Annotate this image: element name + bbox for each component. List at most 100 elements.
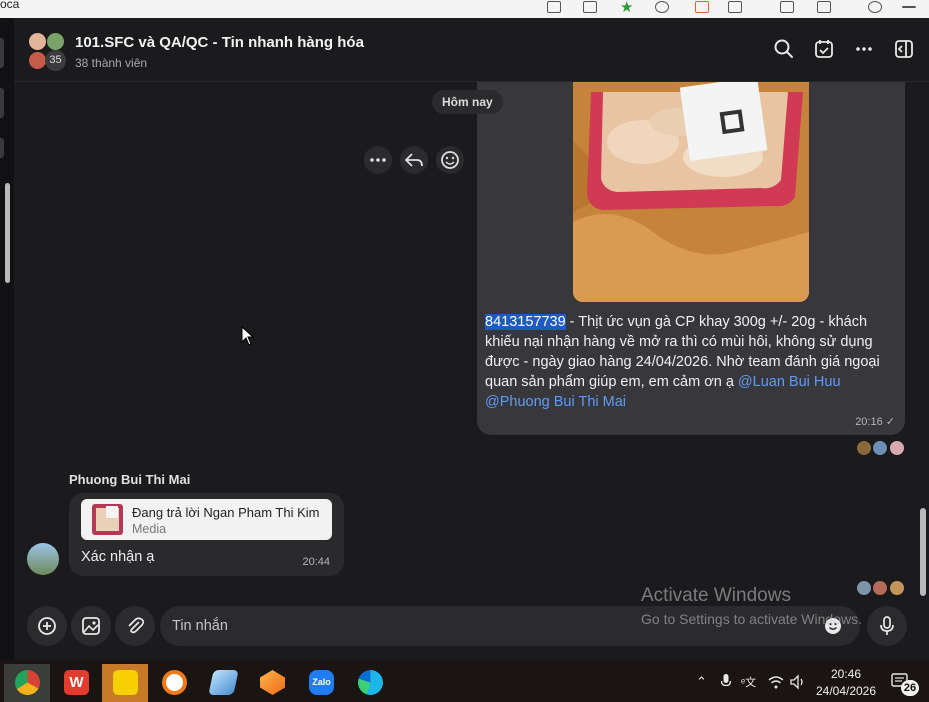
message-time-text: 20:16 [855, 416, 883, 428]
figma-app[interactable] [249, 664, 295, 702]
reply-button[interactable] [400, 146, 428, 174]
group-avatar [46, 32, 65, 51]
vpn-app[interactable] [151, 664, 197, 702]
search-icon[interactable] [773, 38, 795, 60]
chrome-icon [15, 670, 40, 695]
microphone-tray-icon[interactable] [720, 673, 732, 689]
order-id-selected[interactable]: 8413157739 [485, 314, 566, 330]
wps-app[interactable]: W [53, 664, 99, 702]
outgoing-message-text: 8413157739 - Thịt ức vụn gà CP khay 300g… [485, 312, 897, 412]
zalo-app[interactable]: Zalo [298, 664, 344, 702]
outgoing-message[interactable]: 8413157739 - Thịt ức vụn gà CP khay 300g… [477, 82, 905, 435]
reply-thumbnail [92, 504, 123, 535]
rail-item[interactable] [0, 138, 4, 158]
calendar-check-icon[interactable] [813, 38, 835, 60]
reply-icon [404, 153, 423, 167]
clock-time: 20:46 [830, 667, 862, 681]
taskbar: W Zalo ⌃ ᵉ文 20:46 24/04/2026 26 [0, 660, 929, 702]
mention-link[interactable]: @Luan Bui Huu [738, 374, 841, 390]
message-list[interactable]: 8413157739 - Thịt ức vụn gà CP khay 300g… [14, 82, 918, 602]
rail-item[interactable] [0, 88, 4, 118]
emoji-icon [441, 151, 459, 169]
vpn-icon [162, 670, 187, 695]
screenshot-icon[interactable] [547, 1, 561, 13]
notification-badge: 26 [901, 680, 919, 696]
toggle-panel-icon[interactable] [893, 38, 915, 60]
notes-icon [208, 670, 239, 695]
more-options-icon[interactable] [853, 38, 875, 60]
incoming-message-text: Xác nhận ạ [81, 549, 155, 565]
bookmark-star-icon[interactable]: ★ [620, 0, 633, 16]
split-screen-icon[interactable] [780, 1, 794, 13]
message-input-placeholder: Tin nhắn [172, 618, 228, 634]
system-clock[interactable]: 20:46 24/04/2026 [811, 666, 881, 700]
reader-avatar [889, 440, 905, 456]
figma-icon [260, 670, 285, 695]
favorites-icon[interactable] [728, 1, 742, 13]
chrome-app[interactable] [4, 664, 50, 702]
group-avatar-count: 35 [45, 50, 66, 71]
message-more-button[interactable] [364, 146, 392, 174]
paperclip-icon [128, 617, 145, 634]
date-separator: Hôm nay [432, 90, 503, 114]
microphone-icon [880, 616, 894, 635]
sender-avatar[interactable] [27, 543, 59, 575]
group-title[interactable]: 101.SFC và QA/QC - Tin nhanh hàng hóa [75, 34, 364, 51]
mouse-cursor-icon [241, 326, 255, 346]
message-time: 20:16 ✓ [855, 415, 895, 428]
group-avatar [28, 32, 47, 51]
rail-item[interactable] [0, 38, 4, 68]
incoming-message-time: 20:44 [302, 556, 330, 568]
voice-button[interactable] [867, 606, 907, 646]
message-input[interactable]: Tin nhắn [160, 606, 860, 646]
menu-icon[interactable] [902, 6, 916, 8]
zalo-icon: Zalo [309, 670, 334, 695]
notes-app[interactable] [200, 664, 246, 702]
image-icon [82, 617, 100, 635]
incoming-message[interactable]: Đang trả lời Ngan Pham Thi Kim Media Xác… [69, 493, 344, 576]
browser-top-bar: oca ★ [0, 0, 929, 18]
profile-icon[interactable] [868, 1, 882, 13]
clock-date: 24/04/2026 [815, 684, 877, 698]
quoted-reply[interactable]: Đang trả lời Ngan Pham Thi Kim Media [81, 499, 332, 540]
reader-avatar [889, 580, 905, 596]
wifi-icon[interactable] [767, 674, 785, 690]
left-rail [0, 18, 14, 660]
ime-tray-icon[interactable]: ᵉ文 [741, 674, 756, 690]
notification-center[interactable]: 26 [890, 672, 920, 696]
chat-scrollbar[interactable] [920, 508, 926, 596]
chat-header: 35 101.SFC và QA/QC - Tin nhanh hàng hóa… [14, 18, 929, 82]
mention-link[interactable]: @Phuong Bui Thi Mai [485, 394, 626, 410]
product-photo[interactable] [573, 82, 809, 302]
member-count[interactable]: 38 thành viên [75, 56, 147, 70]
plus-circle-icon [38, 617, 56, 635]
edge-app[interactable] [347, 664, 393, 702]
reply-title: Đang trả lời Ngan Pham Thi Kim [132, 505, 320, 520]
volume-icon[interactable] [789, 674, 807, 690]
print-icon[interactable] [583, 1, 597, 13]
add-button[interactable] [27, 606, 67, 646]
react-button[interactable] [436, 146, 464, 174]
browser-tab-fragment: oca [0, 0, 20, 11]
reader-avatar [872, 440, 888, 456]
wps-icon: W [64, 670, 89, 695]
addon-icon[interactable] [695, 1, 709, 13]
sender-name[interactable]: Phuong Bui Thi Mai [69, 472, 190, 487]
attach-button[interactable] [115, 606, 155, 646]
extension-icon[interactable] [655, 1, 669, 13]
composer: Tin nhắn [14, 602, 929, 660]
edge-icon [358, 670, 383, 695]
sticky-notes-app[interactable] [102, 664, 148, 702]
collections-icon[interactable] [817, 1, 831, 13]
image-button[interactable] [71, 606, 111, 646]
reader-avatar [872, 580, 888, 596]
tray-overflow-icon[interactable]: ⌃ [696, 674, 707, 690]
reader-avatar [856, 580, 872, 596]
sent-check-icon: ✓ [885, 416, 895, 428]
reader-avatar [856, 440, 872, 456]
more-icon [370, 158, 386, 162]
sticky-notes-icon [113, 670, 138, 695]
emoji-picker-icon[interactable] [824, 617, 842, 635]
reply-type: Media [132, 522, 167, 536]
left-scrollbar[interactable] [5, 183, 10, 283]
